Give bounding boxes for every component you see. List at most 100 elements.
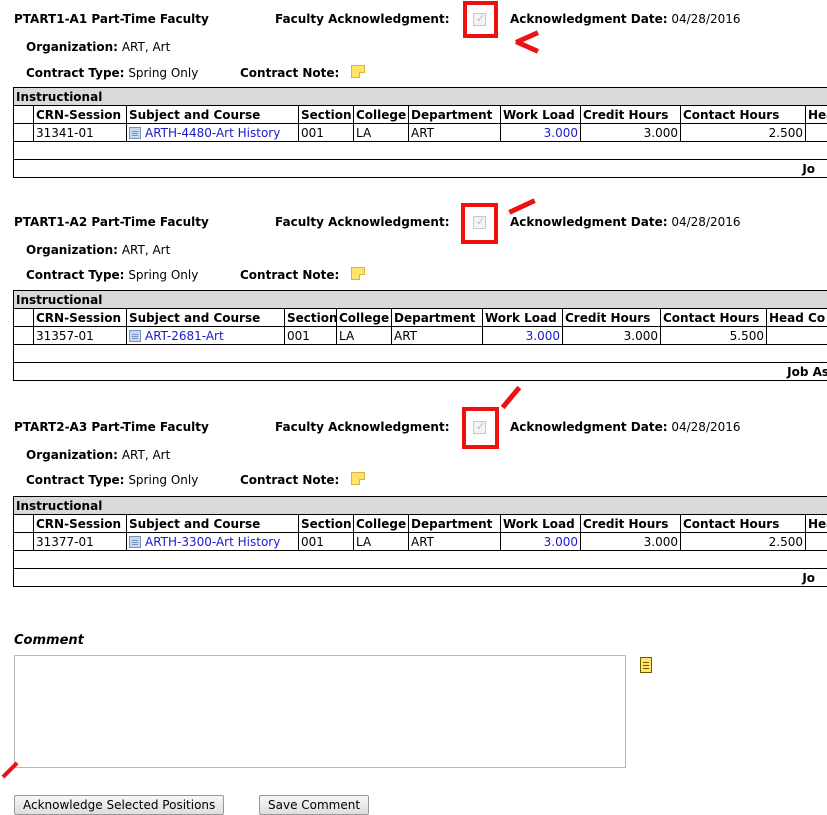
col-course: Subject and Course (127, 309, 285, 327)
table-heading: Instructional (14, 291, 827, 309)
table-heading: Instructional (14, 497, 827, 515)
contract-note-icon[interactable] (351, 472, 365, 485)
footer-row: Jo (14, 569, 827, 587)
course-link[interactable]: ARTH-3300-Art History (145, 535, 280, 549)
contract-type-line: Contract Type: Spring Only (26, 66, 198, 80)
document-icon[interactable] (129, 330, 141, 342)
footer-row: C (14, 345, 827, 363)
acknowledge-button[interactable]: Acknowledge Selected Positions (14, 795, 224, 815)
col-department: Department (409, 515, 501, 533)
contract-type-line: Contract Type: Spring Only (26, 473, 198, 487)
save-comment-button[interactable]: Save Comment (259, 795, 369, 815)
col-section: Section (299, 515, 354, 533)
crn-cell: 31357-01 (34, 327, 127, 345)
contract-note-label: Contract Note: (240, 473, 339, 487)
document-icon[interactable] (129, 536, 141, 548)
contact-hours-cell: 5.500 (661, 327, 767, 345)
crn-cell: 31341-01 (34, 124, 127, 142)
organization-line: Organization: ART, Art (26, 448, 170, 462)
col-head: Head (806, 106, 827, 124)
organization-line: Organization: ART, Art (26, 40, 170, 54)
col-college: College (337, 309, 392, 327)
section-cell: 001 (299, 124, 354, 142)
head-cell (767, 327, 827, 345)
spacer (14, 124, 34, 142)
table-row: 31341-01 ARTH-4480-Art History 001 LA AR… (14, 124, 827, 142)
col-crn: CRN-Session (34, 106, 127, 124)
comment-label: Comment (14, 633, 84, 648)
spacer (14, 515, 34, 533)
empty-row (14, 142, 827, 160)
col-college: College (354, 106, 409, 124)
notepad-icon[interactable] (640, 657, 652, 673)
position-title: PTART1-A2 Part-Time Faculty (14, 215, 209, 229)
footer-row: Jo (14, 160, 827, 178)
col-head: Hea (806, 515, 827, 533)
organization-line: Organization: ART, Art (26, 243, 170, 257)
table-row: 31357-01 ART-2681-Art 001 LA ART 3.000 3… (14, 327, 827, 345)
document-icon[interactable] (129, 127, 141, 139)
spacer (14, 327, 34, 345)
spacer (14, 533, 34, 551)
work-load-cell[interactable]: 3.000 (501, 533, 581, 551)
spacer (14, 309, 34, 327)
col-department: Department (392, 309, 483, 327)
col-section: Section (299, 106, 354, 124)
work-load-cell[interactable]: 3.000 (483, 327, 563, 345)
section-cell: 001 (285, 327, 337, 345)
ack-date: Acknowledgment Date: 04/28/2016 (510, 12, 741, 26)
college-cell: LA (354, 124, 409, 142)
instructional-table: Instructional CRN-Session Subject and Co… (13, 496, 827, 587)
credit-hours-cell: 3.000 (581, 533, 681, 551)
annotation-arrow (501, 386, 522, 409)
annotation-arrow (515, 39, 539, 53)
faculty-ack-label: Faculty Acknowledgment: (275, 12, 450, 26)
section-cell: 001 (299, 533, 354, 551)
college-cell: LA (337, 327, 392, 345)
ack-date: Acknowledgment Date: 04/28/2016 (510, 215, 741, 229)
department-cell: ART (409, 124, 501, 142)
col-contact-hours: Contact Hours (681, 515, 806, 533)
annotation-arrow (508, 198, 535, 214)
col-credit-hours: Credit Hours (563, 309, 661, 327)
course-cell[interactable]: ARTH-3300-Art History (127, 533, 299, 551)
course-link[interactable]: ART-2681-Art (145, 329, 224, 343)
col-work-load: Work Load (501, 515, 581, 533)
col-work-load: Work Load (483, 309, 563, 327)
instructional-table: Instructional CRN-Session Subject and Co… (13, 87, 827, 178)
annotation-arrow (2, 762, 19, 779)
instructional-table: Instructional CRN-Session Subject and Co… (13, 290, 827, 381)
ack-date: Acknowledgment Date: 04/28/2016 (510, 420, 741, 434)
work-load-cell[interactable]: 3.000 (501, 124, 581, 142)
spacer (14, 106, 34, 124)
col-course: Subject and Course (127, 106, 299, 124)
col-credit-hours: Credit Hours (581, 106, 681, 124)
department-cell: ART (409, 533, 501, 551)
comment-textarea[interactable] (14, 655, 626, 768)
col-course: Subject and Course (127, 515, 299, 533)
contract-note-icon[interactable] (351, 65, 365, 78)
faculty-ack-label: Faculty Acknowledgment: (275, 420, 450, 434)
crn-cell: 31377-01 (34, 533, 127, 551)
contract-note-label: Contract Note: (240, 268, 339, 282)
contract-note-label: Contract Note: (240, 66, 339, 80)
contract-type-line: Contract Type: Spring Only (26, 268, 198, 282)
course-cell[interactable]: ARTH-4480-Art History (127, 124, 299, 142)
footer-row: Job As (14, 363, 827, 381)
col-department: Department (409, 106, 501, 124)
contact-hours-cell: 2.500 (681, 124, 806, 142)
credit-hours-cell: 3.000 (563, 327, 661, 345)
annotation-box (461, 203, 498, 244)
course-link[interactable]: ARTH-4480-Art History (145, 126, 280, 140)
table-heading: Instructional (14, 88, 827, 106)
col-contact-hours: Contact Hours (681, 106, 806, 124)
annotation-box (462, 407, 499, 449)
position-title: PTART2-A3 Part-Time Faculty (14, 420, 209, 434)
contract-note-icon[interactable] (351, 267, 365, 280)
col-crn: CRN-Session (34, 309, 127, 327)
empty-row (14, 551, 827, 569)
col-work-load: Work Load (501, 106, 581, 124)
position-title: PTART1-A1 Part-Time Faculty (14, 12, 209, 26)
col-section: Section (285, 309, 337, 327)
course-cell[interactable]: ART-2681-Art (127, 327, 285, 345)
